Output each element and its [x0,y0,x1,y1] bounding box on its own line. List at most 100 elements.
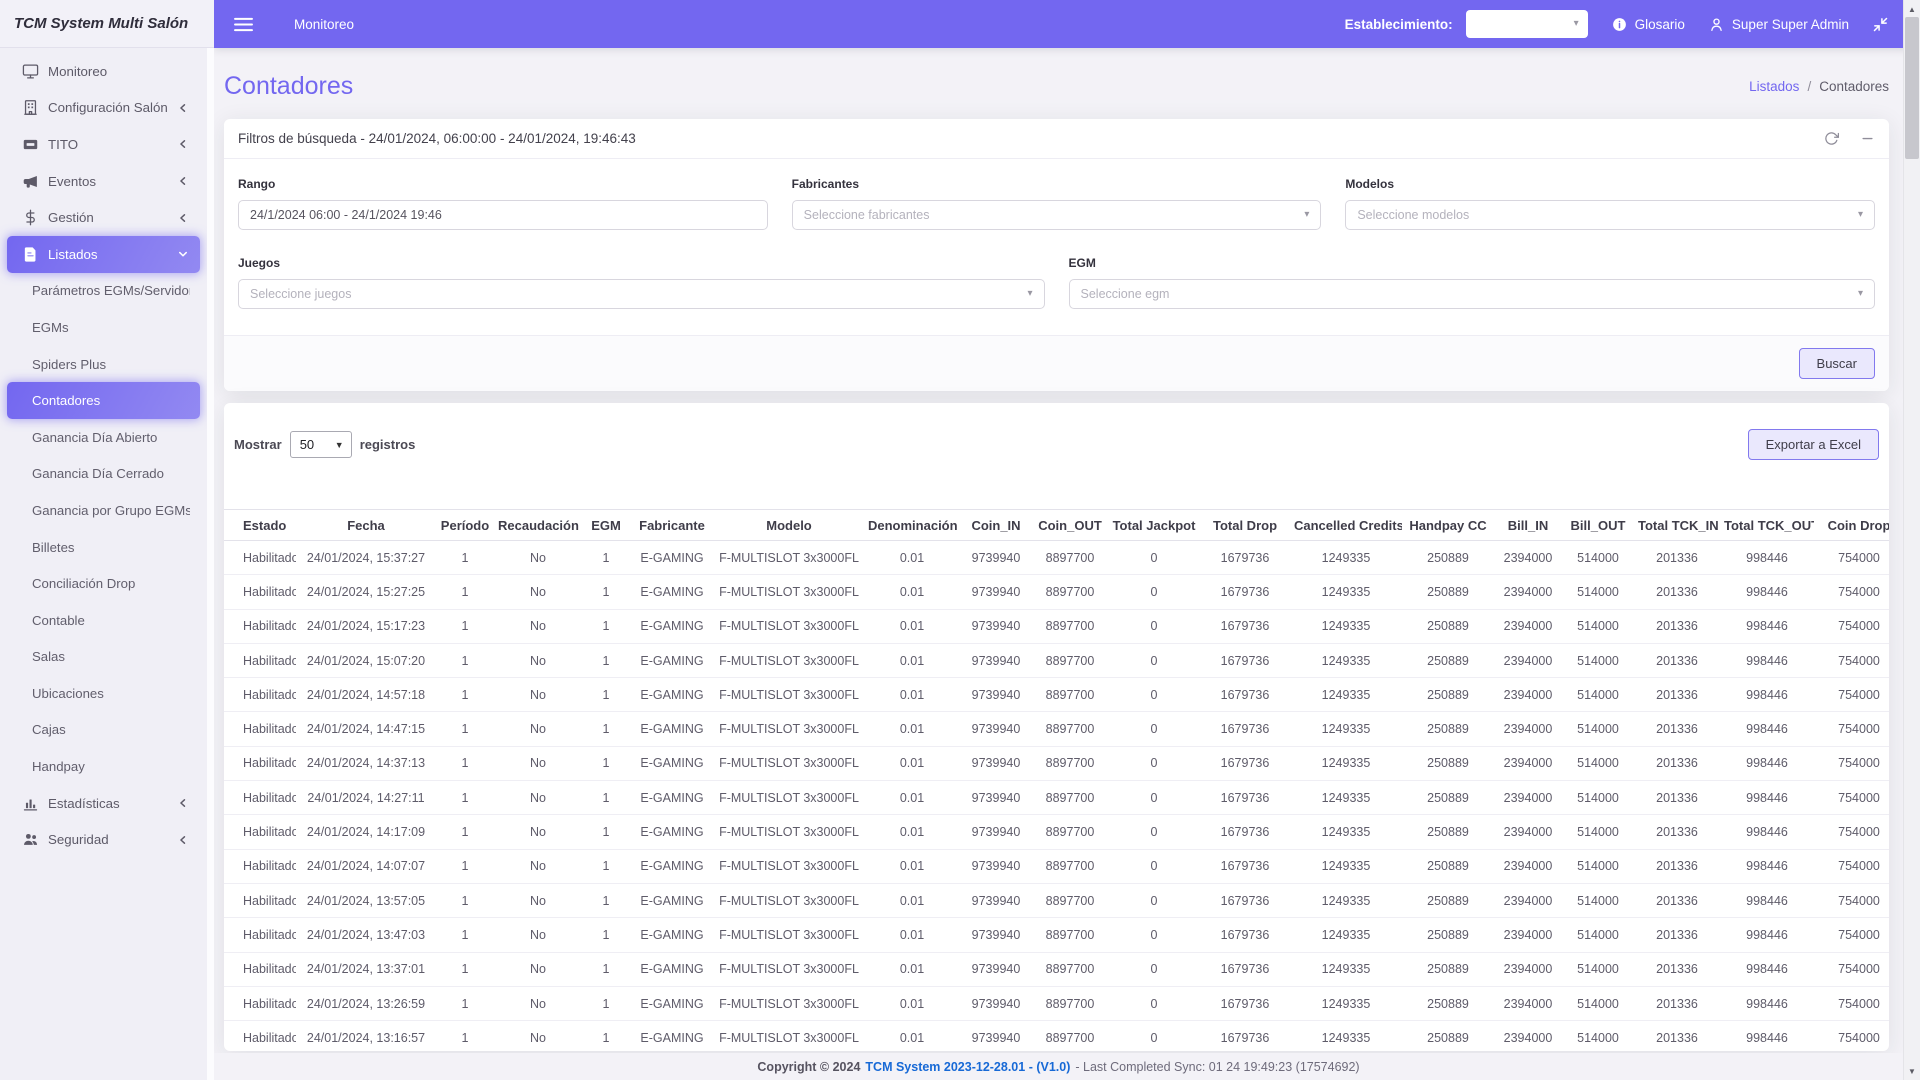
column-header-coin-drop[interactable]: Coin Drop [1814,510,1889,541]
cell-total-drop: 1679736 [1200,643,1290,677]
sidebar-item-tito[interactable]: TITO [7,126,200,163]
compress-icon[interactable] [1872,16,1889,33]
cell-fecha: 24/01/2024, 14:47:15 [296,712,436,746]
topbar-nav-monitoreo[interactable]: Monitoreo [294,17,354,32]
establecimiento-select[interactable]: ▾ [1466,10,1588,38]
sidebar-item-seguridad[interactable]: Seguridad [7,821,200,858]
column-header-periodo[interactable]: Período [436,510,494,541]
sidebar-item-gestion[interactable]: Gestión [7,199,200,236]
cell-recaudacion: No [494,883,582,917]
cell-total-drop: 1679736 [1200,918,1290,952]
sidebar-subitem-contadores[interactable]: Contadores [7,382,200,419]
cell-periodo: 1 [436,986,494,1020]
vertical-scrollbar[interactable]: ▲ ▼ [1903,0,1920,1080]
column-header-denominacion[interactable]: Denominación [864,510,960,541]
cell-periodo: 1 [436,609,494,643]
cell-fecha: 24/01/2024, 14:07:07 [296,849,436,883]
refresh-icon[interactable] [1824,131,1839,146]
column-header-total-jackpot[interactable]: Total Jackpot [1108,510,1200,541]
sidebar-subitem-salas[interactable]: Salas [7,639,200,676]
sidebar-item-estadisticas[interactable]: Estadísticas [7,785,200,822]
scrollbar-thumb[interactable] [1905,17,1919,159]
cell-modelo: F-MULTISLOT 3x3000FL [714,712,864,746]
column-header-total-tck-out[interactable]: Total TCK_OUT [1720,510,1814,541]
cell-periodo: 1 [436,575,494,609]
bar-chart-icon [22,795,39,812]
glosario-link[interactable]: Glosario [1611,16,1685,33]
sidebar-subitem-billetes[interactable]: Billetes [7,529,200,566]
contadores-table: EstadoFechaPeríodoRecaudaciónEGMFabrican… [224,509,1889,1051]
breadcrumb-listados[interactable]: Listados [1749,79,1799,94]
cell-estado: Habilitado [224,883,296,917]
sidebar-item-monitoreo[interactable]: Monitoreo [7,53,200,90]
cell-egm: 1 [582,1021,630,1051]
buscar-button[interactable]: Buscar [1799,348,1875,379]
sidebar-subitem-spiders-plus[interactable]: Spiders Plus [7,346,200,383]
export-excel-button[interactable]: Exportar a Excel [1748,429,1879,460]
column-header-cancelled-credits[interactable]: Cancelled Credits [1290,510,1402,541]
sidebar-subitem-parametros-egms-servidor[interactable]: Parámetros EGMs/Servidor [7,273,200,310]
cell-fecha: 24/01/2024, 14:37:13 [296,746,436,780]
sidebar-subitem-ganancia-por-grupo-egms[interactable]: Ganancia por Grupo EGMs [7,492,200,529]
sidebar-subitem-cajas[interactable]: Cajas [7,712,200,749]
cell-total-drop: 1679736 [1200,678,1290,712]
filters-title: Filtros de búsqueda - 24/01/2024, 06:00:… [238,131,636,146]
sidebar-subitem-handpay[interactable]: Handpay [7,748,200,785]
cell-total-tck-in: 201336 [1634,781,1720,815]
table-row: Habilitado24/01/2024, 13:16:571No1E-GAMI… [224,1021,1889,1051]
collapse-minus-icon[interactable] [1860,131,1875,146]
column-header-coin-in[interactable]: Coin_IN [960,510,1032,541]
cell-total-jackpot: 0 [1108,541,1200,575]
cell-total-jackpot: 0 [1108,918,1200,952]
cell-fecha: 24/01/2024, 13:47:03 [296,918,436,952]
column-header-bill-out[interactable]: Bill_OUT [1562,510,1634,541]
sidebar-item-eventos[interactable]: Eventos [7,163,200,200]
cell-total-tck-out: 998446 [1720,918,1814,952]
cell-total-tck-out: 998446 [1720,781,1814,815]
sidebar-subitem-conciliacion-drop[interactable]: Conciliación Drop [7,565,200,602]
sidebar-subitem-ubicaciones[interactable]: Ubicaciones [7,675,200,712]
scroll-up-arrow[interactable]: ▲ [1904,1,1920,17]
column-header-fecha[interactable]: Fecha [296,510,436,541]
juegos-select[interactable]: Seleccione juegos ▾ [238,279,1045,309]
rango-input[interactable] [238,200,768,230]
establecimiento-group: Establecimiento: ▾ [1345,10,1588,38]
cell-coin-out: 8897700 [1032,678,1108,712]
sidebar-item-listados[interactable]: Listados [7,236,200,273]
sidebar-subitem-egms[interactable]: EGMs [7,309,200,346]
fabricantes-select[interactable]: Seleccione fabricantes ▾ [792,200,1322,230]
cell-modelo: F-MULTISLOT 3x3000FL [714,849,864,883]
cell-estado: Habilitado [224,643,296,677]
column-header-fabricante[interactable]: Fabricante [630,510,714,541]
column-header-bill-in[interactable]: Bill_IN [1494,510,1562,541]
column-header-coin-out[interactable]: Coin_OUT [1032,510,1108,541]
cell-recaudacion: No [494,1021,582,1051]
scroll-down-arrow[interactable]: ▼ [1904,1063,1920,1079]
cell-coin-drop: 754000 [1814,575,1889,609]
menu-toggle-icon[interactable] [234,17,253,32]
sidebar-item-configuracion-salon[interactable]: Configuración Salón [7,90,200,127]
column-header-handpay-cc[interactable]: Handpay CC [1402,510,1494,541]
topbar-right: Establecimiento: ▾ Glosario Super Super … [1345,10,1889,38]
breadcrumb-current: Contadores [1819,79,1889,94]
column-header-total-tck-in[interactable]: Total TCK_IN [1634,510,1720,541]
sidebar-subitem-ganancia-dia-cerrado[interactable]: Ganancia Día Cerrado [7,456,200,493]
sidebar-subitem-contable[interactable]: Contable [7,602,200,639]
cell-total-tck-out: 998446 [1720,541,1814,575]
modelos-select[interactable]: Seleccione modelos ▾ [1345,200,1875,230]
column-header-recaudacion[interactable]: Recaudación [494,510,582,541]
egm-select[interactable]: Seleccione egm ▾ [1069,279,1876,309]
cell-total-tck-in: 201336 [1634,541,1720,575]
column-header-estado[interactable]: Estado [224,510,296,541]
cell-bill-out: 514000 [1562,678,1634,712]
user-menu[interactable]: Super Super Admin [1708,16,1849,33]
cell-coin-drop: 754000 [1814,986,1889,1020]
cell-estado: Habilitado [224,541,296,575]
column-header-egm[interactable]: EGM [582,510,630,541]
column-header-modelo[interactable]: Modelo [714,510,864,541]
page-length-select[interactable]: 50 ▼ [290,431,352,458]
column-header-total-drop[interactable]: Total Drop [1200,510,1290,541]
version-link[interactable]: TCM System 2023-12-28.01 - (V1.0) [865,1060,1070,1074]
cell-periodo: 1 [436,952,494,986]
sidebar-subitem-ganancia-dia-abierto[interactable]: Ganancia Día Abierto [7,419,200,456]
